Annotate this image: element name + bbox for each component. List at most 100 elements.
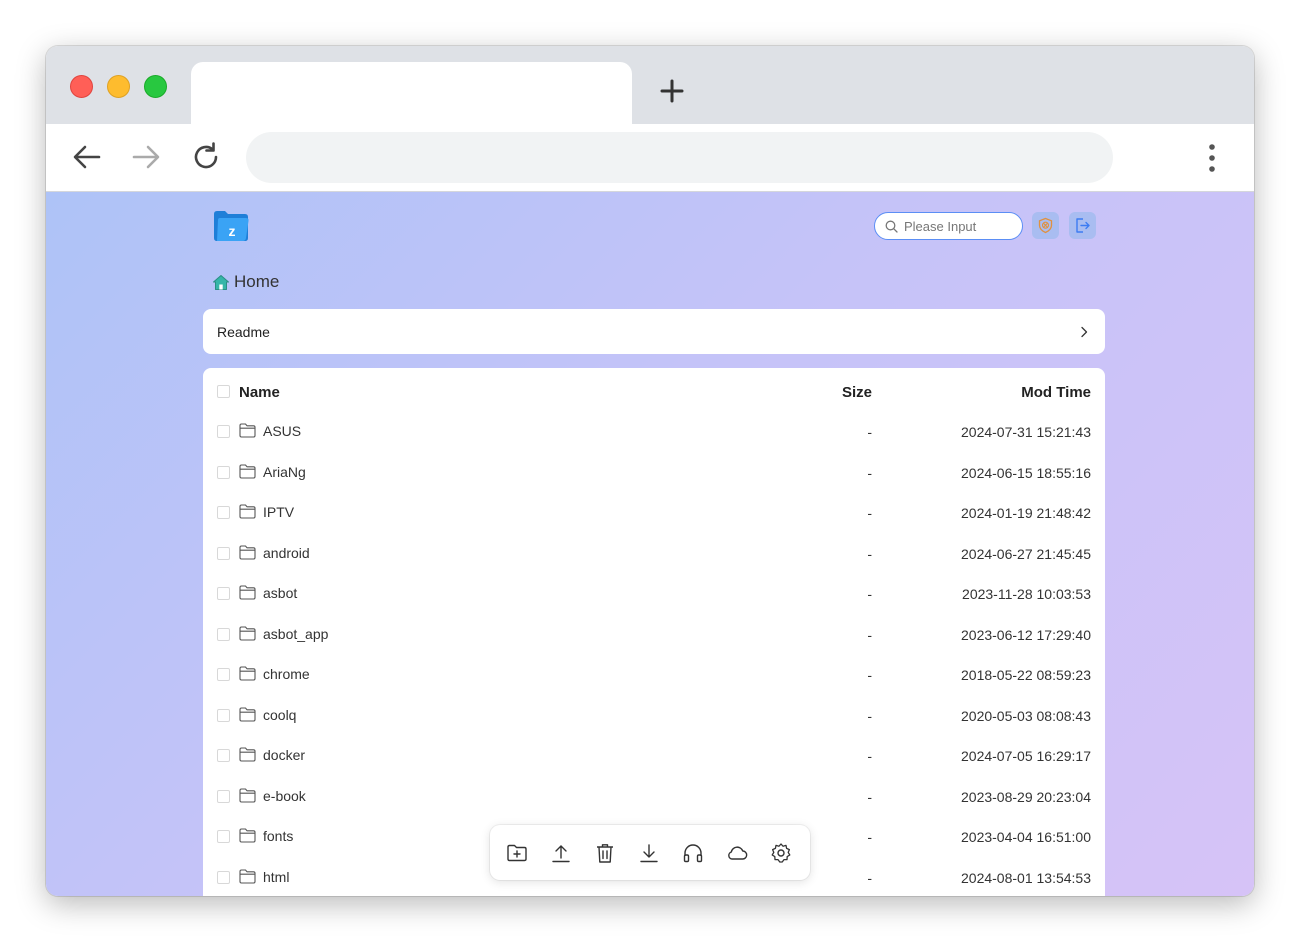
file-modified: 2024-07-31 15:21:43 <box>961 424 1091 440</box>
settings-button[interactable] <box>770 842 792 864</box>
file-size: - <box>867 788 872 805</box>
file-name[interactable]: fonts <box>263 828 293 844</box>
folder-icon <box>239 828 256 843</box>
arrow-right-icon <box>132 145 160 169</box>
file-size: - <box>867 424 872 440</box>
action-toolbar <box>490 825 810 880</box>
file-size: - <box>867 586 872 602</box>
file-modified: 2024-08-01 13:54:53 <box>961 869 1091 886</box>
file-name[interactable]: IPTV <box>263 504 294 520</box>
maximize-window-button[interactable] <box>144 75 167 98</box>
file-name[interactable]: coolq <box>263 707 296 723</box>
file-name[interactable]: e-book <box>263 788 306 804</box>
file-modified: 2020-05-03 08:08:43 <box>961 707 1091 724</box>
folder-icon <box>239 423 256 438</box>
folder-icon <box>239 585 256 600</box>
file-size: - <box>867 505 872 521</box>
table-row[interactable]: IPTV - 2024-01-19 21:48:42 <box>203 493 1105 533</box>
row-checkbox[interactable] <box>217 668 230 681</box>
delete-icon <box>597 844 613 863</box>
file-name[interactable]: ASUS <box>263 423 301 439</box>
file-modified: 2018-05-22 08:59:23 <box>961 667 1091 683</box>
back-button[interactable] <box>71 141 103 173</box>
file-size: - <box>867 545 872 562</box>
logout-button[interactable] <box>1069 212 1096 239</box>
file-name[interactable]: android <box>263 545 310 561</box>
minimize-window-button[interactable] <box>107 75 130 98</box>
file-name[interactable]: html <box>263 869 289 885</box>
file-name[interactable]: chrome <box>263 666 310 682</box>
upload-icon <box>552 845 570 863</box>
forward-button[interactable] <box>130 141 162 173</box>
table-row[interactable]: docker - 2024-07-05 16:29:17 <box>203 736 1105 776</box>
file-modified: 2024-01-19 21:48:42 <box>961 505 1091 521</box>
new-folder-button[interactable] <box>506 842 528 864</box>
close-window-button[interactable] <box>70 75 93 98</box>
address-bar[interactable] <box>246 132 1113 183</box>
table-row[interactable]: AriaNg - 2024-06-15 18:55:16 <box>203 453 1105 493</box>
size-column-header[interactable]: Size <box>842 384 872 401</box>
row-checkbox[interactable] <box>217 789 230 803</box>
upload-button[interactable] <box>550 842 572 864</box>
select-all-checkbox[interactable] <box>217 385 230 398</box>
table-row[interactable]: asbot - 2023-11-28 10:03:53 <box>203 574 1105 614</box>
browser-tab[interactable] <box>191 62 632 125</box>
file-size: - <box>867 667 872 683</box>
breadcrumb[interactable]: Home <box>212 272 279 292</box>
cloud-button[interactable] <box>726 842 748 864</box>
folder-icon <box>239 787 256 803</box>
file-name[interactable]: asbot <box>263 585 297 601</box>
download-button[interactable] <box>638 842 660 864</box>
readme-card[interactable]: Readme <box>203 309 1105 354</box>
home-icon <box>213 274 229 290</box>
table-row[interactable]: asbot_app - 2023-06-12 17:29:40 <box>203 615 1105 655</box>
row-checkbox[interactable] <box>217 749 230 762</box>
table-row[interactable]: ASUS - 2024-07-31 15:21:43 <box>203 412 1105 452</box>
row-checkbox[interactable] <box>217 830 230 843</box>
search-box[interactable] <box>874 212 1023 240</box>
table-row[interactable]: android - 2024-06-27 21:45:45 <box>203 534 1105 574</box>
modtime-column-header[interactable]: Mod Time <box>1021 384 1091 401</box>
row-checkbox[interactable] <box>217 870 230 884</box>
new-tab-button[interactable] <box>657 76 687 106</box>
reload-icon <box>194 142 218 169</box>
breadcrumb-home[interactable]: Home <box>234 272 279 292</box>
browser-window: z Please Input Home Readme Name Size Mod… <box>46 46 1254 896</box>
row-checkbox[interactable] <box>217 506 230 519</box>
search-input[interactable] <box>904 218 1014 234</box>
reload-button[interactable] <box>190 141 222 173</box>
row-checkbox[interactable] <box>217 465 230 479</box>
folder-icon <box>239 747 256 762</box>
row-checkbox[interactable] <box>217 627 230 641</box>
download-icon <box>640 844 658 863</box>
name-column-header[interactable]: Name <box>239 384 280 401</box>
file-size: - <box>867 748 872 764</box>
delete-button[interactable] <box>594 842 616 864</box>
table-row[interactable]: e-book - 2023-08-29 20:23:04 <box>203 777 1105 817</box>
app-logo[interactable]: z <box>212 210 250 242</box>
table-row[interactable]: chrome - 2018-05-22 08:59:23 <box>203 655 1105 695</box>
guest-mode-button[interactable] <box>1032 212 1059 239</box>
table-row[interactable]: coolq - 2020-05-03 08:08:43 <box>203 696 1105 736</box>
file-name[interactable]: docker <box>263 747 305 763</box>
row-checkbox[interactable] <box>217 708 230 722</box>
page-viewport: z Please Input Home Readme Name Size Mod… <box>46 192 1254 896</box>
folder-icon <box>239 544 256 560</box>
folder-logo-icon: z <box>214 211 249 241</box>
row-checkbox[interactable] <box>217 425 230 438</box>
file-name[interactable]: AriaNg <box>263 464 306 480</box>
file-list: Name Size Mod Time ASUS - 2024-07-31 15:21… <box>203 368 1105 896</box>
file-modified: 2023-08-29 20:23:04 <box>961 788 1091 805</box>
file-modified: 2024-06-15 18:55:16 <box>961 464 1091 481</box>
audio-player-button[interactable] <box>682 842 704 864</box>
file-name[interactable]: asbot_app <box>263 626 328 642</box>
browser-menu-button[interactable] <box>1200 143 1224 173</box>
readme-label: Readme <box>217 323 270 340</box>
new-folder-icon <box>507 844 527 862</box>
logout-icon <box>1076 218 1090 233</box>
row-checkbox[interactable] <box>217 587 230 600</box>
folder-icon <box>239 868 256 884</box>
file-modified: 2024-07-05 16:29:17 <box>961 748 1091 764</box>
row-checkbox[interactable] <box>217 546 230 560</box>
search-icon <box>885 220 898 233</box>
